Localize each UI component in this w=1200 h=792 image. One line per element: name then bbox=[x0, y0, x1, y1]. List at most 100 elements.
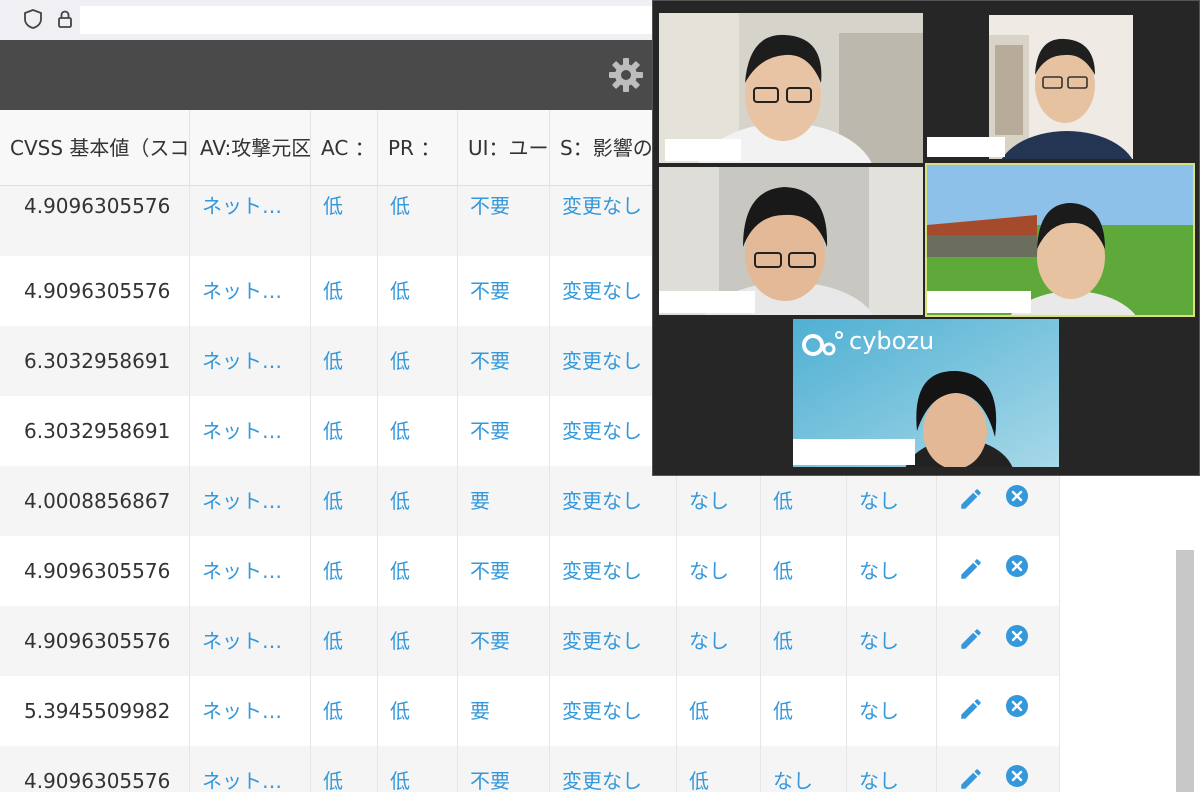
ac-cell[interactable]: 低 bbox=[311, 186, 378, 256]
av-cell[interactable]: ネット… bbox=[190, 396, 311, 466]
a-cell[interactable]: なし bbox=[847, 676, 937, 746]
actions-cell bbox=[937, 676, 1060, 746]
c-cell[interactable]: 低 bbox=[677, 746, 761, 792]
av-cell[interactable]: ネット… bbox=[190, 466, 311, 536]
ui-cell[interactable]: 不要 bbox=[458, 326, 550, 396]
cvss-score-cell: 4.9096305576 bbox=[0, 186, 190, 256]
pr-cell[interactable]: 低 bbox=[378, 606, 458, 676]
s-cell[interactable]: 変更なし bbox=[550, 746, 677, 792]
cvss-score-cell: 6.3032958691 bbox=[0, 396, 190, 466]
table-row[interactable]: 4.0008856867 ネット… 低低要変更なし なし低なし bbox=[0, 466, 1060, 536]
col-header-pr[interactable]: PR ： bbox=[378, 110, 458, 186]
delete-x-icon[interactable] bbox=[1005, 764, 1029, 788]
av-cell[interactable]: ネット… bbox=[190, 746, 311, 792]
ui-cell[interactable]: 不要 bbox=[458, 746, 550, 792]
delete-x-icon[interactable] bbox=[1005, 484, 1029, 508]
delete-x-icon[interactable] bbox=[1005, 624, 1029, 648]
ui-cell[interactable]: 不要 bbox=[458, 606, 550, 676]
pr-cell[interactable]: 低 bbox=[378, 676, 458, 746]
c-cell[interactable]: 低 bbox=[677, 676, 761, 746]
s-cell[interactable]: 変更なし bbox=[550, 676, 677, 746]
pr-cell[interactable]: 低 bbox=[378, 536, 458, 606]
edit-pencil-icon[interactable] bbox=[958, 696, 984, 722]
ui-cell[interactable]: 要 bbox=[458, 676, 550, 746]
participant-tile-2[interactable] bbox=[927, 15, 1133, 159]
c-cell[interactable]: なし bbox=[677, 606, 761, 676]
ac-cell[interactable]: 低 bbox=[311, 326, 378, 396]
i-cell[interactable]: なし bbox=[761, 746, 847, 792]
table-row[interactable]: 4.9096305576 ネット… 低低不要 変更なし なし低なし bbox=[0, 536, 1060, 606]
col-header-ac[interactable]: AC ： bbox=[311, 110, 378, 186]
ac-cell[interactable]: 低 bbox=[311, 256, 378, 326]
shield-icon[interactable] bbox=[22, 8, 44, 30]
ui-cell[interactable]: 不要 bbox=[458, 186, 550, 256]
av-cell[interactable]: ネット… bbox=[190, 256, 311, 326]
table-row[interactable]: 4.9096305576 ネット… 低低不要 変更なし なし低なし bbox=[0, 606, 1060, 676]
edit-pencil-icon[interactable] bbox=[958, 766, 984, 792]
col-header-cvss-score[interactable]: CVSS 基本値（スコア） bbox=[0, 110, 190, 186]
ac-cell[interactable]: 低 bbox=[311, 536, 378, 606]
cvss-score-cell: 4.0008856867 bbox=[0, 466, 190, 536]
participant-tile-1[interactable] bbox=[659, 13, 923, 163]
ac-cell[interactable]: 低 bbox=[311, 746, 378, 792]
pr-cell[interactable]: 低 bbox=[378, 256, 458, 326]
cybozu-logo-text: cybozu bbox=[849, 327, 935, 355]
edit-pencil-icon[interactable] bbox=[958, 626, 984, 652]
av-cell[interactable]: ネット… bbox=[190, 676, 311, 746]
lock-icon[interactable] bbox=[54, 8, 76, 30]
participant-name-1 bbox=[665, 139, 741, 161]
gear-icon[interactable] bbox=[608, 57, 644, 93]
a-cell[interactable]: なし bbox=[847, 746, 937, 792]
cvss-score-cell: 4.9096305576 bbox=[0, 536, 190, 606]
ui-cell[interactable]: 不要 bbox=[458, 256, 550, 326]
actions-cell bbox=[937, 606, 1060, 676]
pr-cell[interactable]: 低 bbox=[378, 186, 458, 256]
a-cell[interactable]: なし bbox=[847, 536, 937, 606]
s-cell[interactable]: 変更なし bbox=[550, 536, 677, 606]
table-row[interactable]: 5.3945509982 ネット… 低低要変更なし低低なし bbox=[0, 676, 1060, 746]
col-header-ui[interactable]: UI：ユーザ関与 bbox=[458, 110, 550, 186]
col-header-av[interactable]: AV:攻撃元区分 bbox=[190, 110, 311, 186]
pr-cell[interactable]: 低 bbox=[378, 746, 458, 792]
av-cell[interactable]: ネット… bbox=[190, 326, 311, 396]
c-cell[interactable]: なし bbox=[677, 536, 761, 606]
a-cell[interactable]: なし bbox=[847, 466, 937, 536]
av-cell[interactable]: ネット… bbox=[190, 536, 311, 606]
delete-x-icon[interactable] bbox=[1005, 694, 1029, 718]
ac-cell[interactable]: 低 bbox=[311, 676, 378, 746]
cvss-score-cell: 4.9096305576 bbox=[0, 746, 190, 792]
ui-cell[interactable]: 不要 bbox=[458, 396, 550, 466]
c-cell[interactable]: なし bbox=[677, 466, 761, 536]
participant-tile-4-active-speaker[interactable] bbox=[925, 163, 1195, 317]
i-cell[interactable]: 低 bbox=[761, 606, 847, 676]
ac-cell[interactable]: 低 bbox=[311, 466, 378, 536]
participant-tile-5[interactable]: cybozu bbox=[793, 319, 1059, 467]
ui-cell[interactable]: 不要 bbox=[458, 536, 550, 606]
i-cell[interactable]: 低 bbox=[761, 466, 847, 536]
ui-cell[interactable]: 要 bbox=[458, 466, 550, 536]
participant-tile-3[interactable] bbox=[659, 167, 923, 315]
video-call-window[interactable]: cybozu bbox=[652, 0, 1200, 476]
s-cell[interactable]: 変更なし bbox=[550, 466, 677, 536]
av-cell[interactable]: ネット… bbox=[190, 186, 311, 256]
ac-cell[interactable]: 低 bbox=[311, 606, 378, 676]
s-cell[interactable]: 変更なし bbox=[550, 606, 677, 676]
actions-cell bbox=[937, 466, 1060, 536]
pr-cell[interactable]: 低 bbox=[378, 466, 458, 536]
actions-cell bbox=[937, 536, 1060, 606]
edit-pencil-icon[interactable] bbox=[958, 486, 984, 512]
a-cell[interactable]: なし bbox=[847, 606, 937, 676]
pr-cell[interactable]: 低 bbox=[378, 396, 458, 466]
vertical-scrollbar-thumb[interactable] bbox=[1176, 550, 1194, 792]
av-cell[interactable]: ネット… bbox=[190, 606, 311, 676]
i-cell[interactable]: 低 bbox=[761, 536, 847, 606]
pr-cell[interactable]: 低 bbox=[378, 326, 458, 396]
participant-name-4 bbox=[927, 291, 1031, 313]
delete-x-icon[interactable] bbox=[1005, 554, 1029, 578]
table-row[interactable]: 4.9096305576 ネット… 低低不要 変更なし低なし なし bbox=[0, 746, 1060, 792]
edit-pencil-icon[interactable] bbox=[958, 556, 984, 582]
cvss-score-cell: 4.9096305576 bbox=[0, 606, 190, 676]
cvss-score-cell: 5.3945509982 bbox=[0, 676, 190, 746]
i-cell[interactable]: 低 bbox=[761, 676, 847, 746]
ac-cell[interactable]: 低 bbox=[311, 396, 378, 466]
